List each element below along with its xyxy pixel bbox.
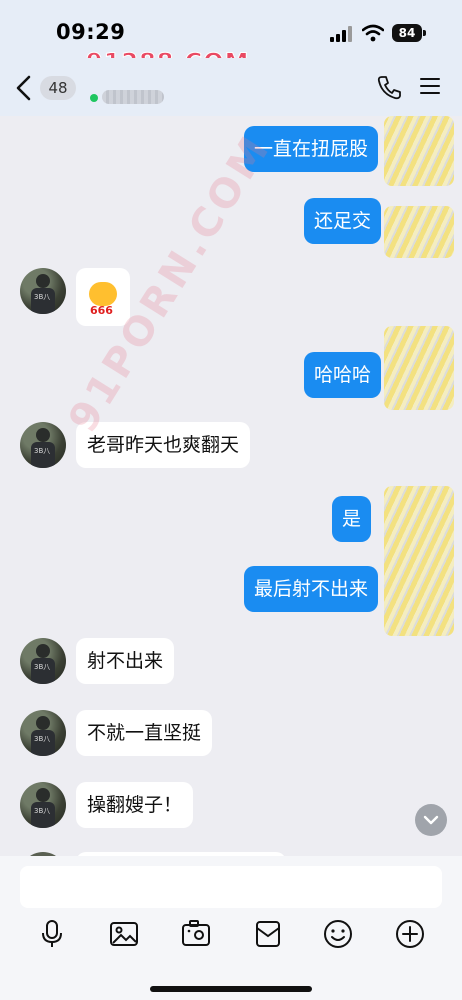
message-input[interactable] — [20, 866, 442, 908]
camera-icon[interactable] — [180, 918, 212, 950]
image-icon[interactable] — [108, 918, 140, 950]
menu-icon[interactable] — [418, 74, 442, 98]
emoji-icon[interactable] — [322, 918, 354, 950]
avatar-head — [36, 788, 50, 802]
message-incoming[interactable]: 操翻嫂子！ — [76, 782, 194, 828]
avatar[interactable]: 3B八 — [20, 268, 66, 314]
message-list[interactable]: 一直在扭屁股 还足交 3B八 666 哈哈哈 3B八 老哥昨天也爽翻天 是 最后… — [0, 116, 462, 856]
status-time: 09:29 — [56, 20, 126, 44]
avatar-shirt-text: 3B八 — [34, 807, 51, 815]
avatar[interactable]: 3B八 — [20, 782, 66, 828]
composer — [0, 856, 462, 1000]
message-outgoing[interactable]: 是 — [332, 496, 372, 542]
message-outgoing[interactable]: 哈哈哈 — [304, 352, 382, 398]
avatar[interactable]: 3B八 — [20, 710, 66, 756]
avatar[interactable]: 3B八 — [20, 422, 66, 468]
avatar-shirt-text: 3B八 — [34, 663, 51, 671]
avatar[interactable]: 3B八 — [20, 638, 66, 684]
home-indicator — [150, 986, 312, 992]
add-icon[interactable] — [394, 918, 426, 950]
online-status-dot — [90, 94, 98, 102]
file-icon[interactable] — [252, 918, 284, 950]
message-outgoing[interactable]: 最后射不出来 — [244, 566, 379, 612]
censor-scribble — [384, 206, 454, 258]
wifi-icon — [362, 24, 384, 42]
battery-tip — [423, 30, 426, 36]
avatar-head — [36, 644, 50, 658]
censor-scribble — [384, 326, 454, 410]
avatar-head — [36, 428, 50, 442]
avatar-shirt-text: 3B八 — [34, 447, 51, 455]
back-chevron-icon[interactable] — [12, 74, 36, 102]
censor-scribble — [384, 486, 454, 636]
chat-header: 48 — [0, 58, 462, 116]
message-incoming[interactable]: 不就一直坚挺 — [76, 710, 213, 756]
chevron-down-icon — [423, 815, 439, 825]
contact-status[interactable] — [86, 86, 170, 108]
blurred-status-text — [102, 90, 164, 104]
avatar-head — [36, 716, 50, 730]
sticker-caption: 666 — [90, 304, 113, 317]
microphone-icon[interactable] — [36, 918, 68, 950]
battery-indicator: 84 — [392, 24, 422, 42]
emoji-sticker-face-icon — [89, 282, 117, 306]
unread-count-badge[interactable]: 48 — [40, 76, 76, 100]
avatar-shirt-text: 3B八 — [34, 293, 51, 301]
cellular-signal-icon — [330, 26, 352, 42]
avatar-shirt-text: 3B八 — [34, 735, 51, 743]
censor-scribble — [384, 116, 454, 186]
phone-call-icon[interactable] — [376, 74, 402, 100]
avatar-head — [36, 274, 50, 288]
message-outgoing[interactable]: 还足交 — [304, 198, 382, 244]
scroll-to-bottom-button[interactable] — [415, 804, 447, 836]
message-incoming[interactable]: 射不出来 — [76, 638, 175, 684]
